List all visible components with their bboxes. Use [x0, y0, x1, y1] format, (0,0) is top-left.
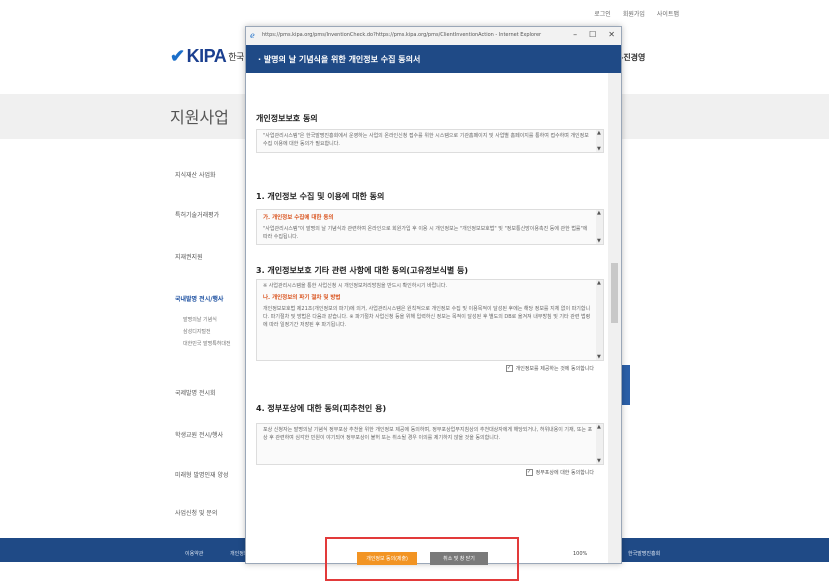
popup-url: https://pms.kipa.org/pms/InventionCheck.…: [262, 32, 542, 38]
footer-org-name: 한국발명진흥회: [628, 551, 661, 557]
section-heading: 4. 정부포상에 대한 동의(피추천인 용): [256, 404, 387, 413]
side-menu-item[interactable]: 국제발명 전시회: [175, 388, 216, 397]
scroll-down-icon[interactable]: ▼: [597, 146, 601, 152]
consent-textbox[interactable]: ※ 사업관리시스템을 통한 사업신청 시 개인정보처리방침을 반드시 확인하시기…: [256, 279, 604, 361]
window-controls: – ☐ ✕: [573, 30, 615, 39]
cancel-close-button[interactable]: 취소 및 창 닫기: [430, 552, 488, 565]
signup-link[interactable]: 회원가입: [623, 9, 645, 18]
side-menu-item[interactable]: 사업신청 및 문의: [175, 508, 217, 517]
logo-mark-icon: ✔: [170, 46, 185, 66]
side-menu-item[interactable]: 미래형 발명인재 양성: [175, 470, 229, 479]
textbox-scrollbar[interactable]: ▲ ▼: [596, 210, 603, 244]
side-menu-item[interactable]: 특허기술거래평가: [175, 210, 219, 219]
scroll-down-icon[interactable]: ▼: [597, 458, 601, 464]
close-icon[interactable]: ✕: [608, 30, 615, 39]
site-topbar: [0, 0, 829, 22]
scroll-up-icon[interactable]: ▲: [597, 210, 601, 216]
popup-scrollbar[interactable]: [608, 73, 621, 563]
kipa-logo[interactable]: ✔ KIPA 한국: [170, 46, 244, 67]
popup-content: 개인정보보호 동의 "사업관리시스템"은 한국발명진흥회에서 운영하는 사업의 …: [246, 73, 608, 581]
scroll-up-icon[interactable]: ▲: [597, 130, 601, 136]
agree-checkbox[interactable]: ✓: [505, 365, 513, 372]
scroll-up-icon[interactable]: ▲: [597, 424, 601, 430]
logo-text: KIPA: [186, 46, 227, 66]
consent-text: "사업관리시스템"이 발명의 날 기념식과 관련하여 온라인으로 회원가입 후 …: [263, 226, 588, 240]
consent-textbox[interactable]: "사업관리시스템"은 한국발명진흥회에서 운영하는 사업의 온라인신청 접수를 …: [256, 129, 604, 153]
agree-checkbox[interactable]: ✓: [525, 469, 533, 476]
textbox-scrollbar[interactable]: ▲ ▼: [596, 280, 603, 360]
side-menu-item[interactable]: 지재권지원: [175, 252, 203, 261]
consent-popup-window: ℯ https://pms.kipa.org/pms/InventionChec…: [245, 26, 622, 581]
subheading-red: 가. 개인정보 수집에 대한 동의: [263, 215, 334, 221]
section-heading: 1. 개인정보 수집 및 이용에 대한 동의: [256, 192, 385, 201]
maximize-icon[interactable]: ☐: [589, 30, 596, 39]
consent-submit-button[interactable]: 개인정보 동의(제출): [357, 552, 417, 565]
page-title: 지원사업: [170, 108, 229, 127]
popup-title: · 발명의 날 기념식을 위한 개인정보 수집 동의서: [258, 55, 421, 64]
agree-checkbox-row[interactable]: ✓ 개인정보를 제공하는 것에 동의합니다: [505, 365, 594, 372]
consent-text: "사업관리시스템"은 한국발명진흥회에서 운영하는 사업의 온라인신청 접수를 …: [263, 133, 589, 147]
consent-textbox[interactable]: 가. 개인정보 수집에 대한 동의 "사업관리시스템"이 발명의 날 기념식과 …: [256, 209, 604, 245]
header-slogan: -진경영: [620, 53, 646, 62]
scroll-down-icon[interactable]: ▼: [597, 354, 601, 360]
side-submenu-item[interactable]: 발명의날 기념식: [183, 316, 217, 323]
ie-browser-icon: ℯ: [250, 31, 255, 40]
ie-title-bar: ℯ https://pms.kipa.org/pms/InventionChec…: [246, 27, 621, 46]
section-heading: 개인정보보호 동의: [256, 114, 318, 123]
side-menu-item-active[interactable]: 국내발명 전시/행사: [175, 294, 223, 303]
login-link[interactable]: 로그인: [594, 9, 611, 18]
scroll-down-icon[interactable]: ▼: [597, 238, 601, 244]
side-submenu-item[interactable]: 삼성디지털전: [183, 328, 211, 335]
consent-intro: ※ 사업관리시스템을 통한 사업신청 시 개인정보처리방침을 반드시 확인하시기…: [263, 283, 448, 289]
sitemap-link[interactable]: 사이트맵: [657, 9, 679, 18]
side-menu-item[interactable]: 학생교원 전시/행사: [175, 430, 223, 439]
side-submenu-item[interactable]: 대한민국 발명특허대전: [183, 340, 231, 347]
popup-scrollbar-thumb[interactable]: [611, 263, 618, 323]
top-links: 로그인 회원가입 사이트맵: [594, 9, 679, 18]
minimize-icon[interactable]: –: [573, 30, 577, 39]
button-highlight-box: 개인정보 동의(제출) 취소 및 창 닫기: [325, 537, 519, 581]
logo-sub: 한국: [228, 52, 244, 62]
consent-text: 포상 신청자는 발명의날 기념식 정부포상 추천을 위한 개인정보 제공에 동의…: [263, 427, 593, 441]
textbox-scrollbar[interactable]: ▲ ▼: [596, 424, 603, 464]
agree-checkbox-row[interactable]: ✓ 정부포상에 대한 동의합니다: [525, 469, 594, 476]
footer-terms-link[interactable]: 이용약관: [185, 550, 203, 557]
side-menu-item[interactable]: 지식재산 사업화: [175, 170, 216, 179]
section-heading: 3. 개인정보보호 기타 관련 사항에 대한 동의(고유정보식별 등): [256, 266, 469, 275]
subheading-red: 나. 개인정보의 파기 절차 및 방법: [263, 295, 341, 301]
consent-text: 개인정보보호법 제21조(개인정보의 파기)에 의거, 사업관리시스템은 원칙적…: [263, 306, 591, 328]
scroll-up-icon[interactable]: ▲: [597, 280, 601, 286]
agree-label: 정부포상에 대한 동의합니다: [535, 470, 594, 476]
zoom-level[interactable]: 100%: [573, 551, 587, 557]
consent-textbox[interactable]: 포상 신청자는 발명의날 기념식 정부포상 추천을 위한 개인정보 제공에 동의…: [256, 423, 604, 465]
textbox-scrollbar[interactable]: ▲ ▼: [596, 130, 603, 152]
agree-label: 개인정보를 제공하는 것에 동의합니다: [515, 366, 594, 372]
popup-title-bar: · 발명의 날 기념식을 위한 개인정보 수집 동의서: [246, 45, 621, 73]
